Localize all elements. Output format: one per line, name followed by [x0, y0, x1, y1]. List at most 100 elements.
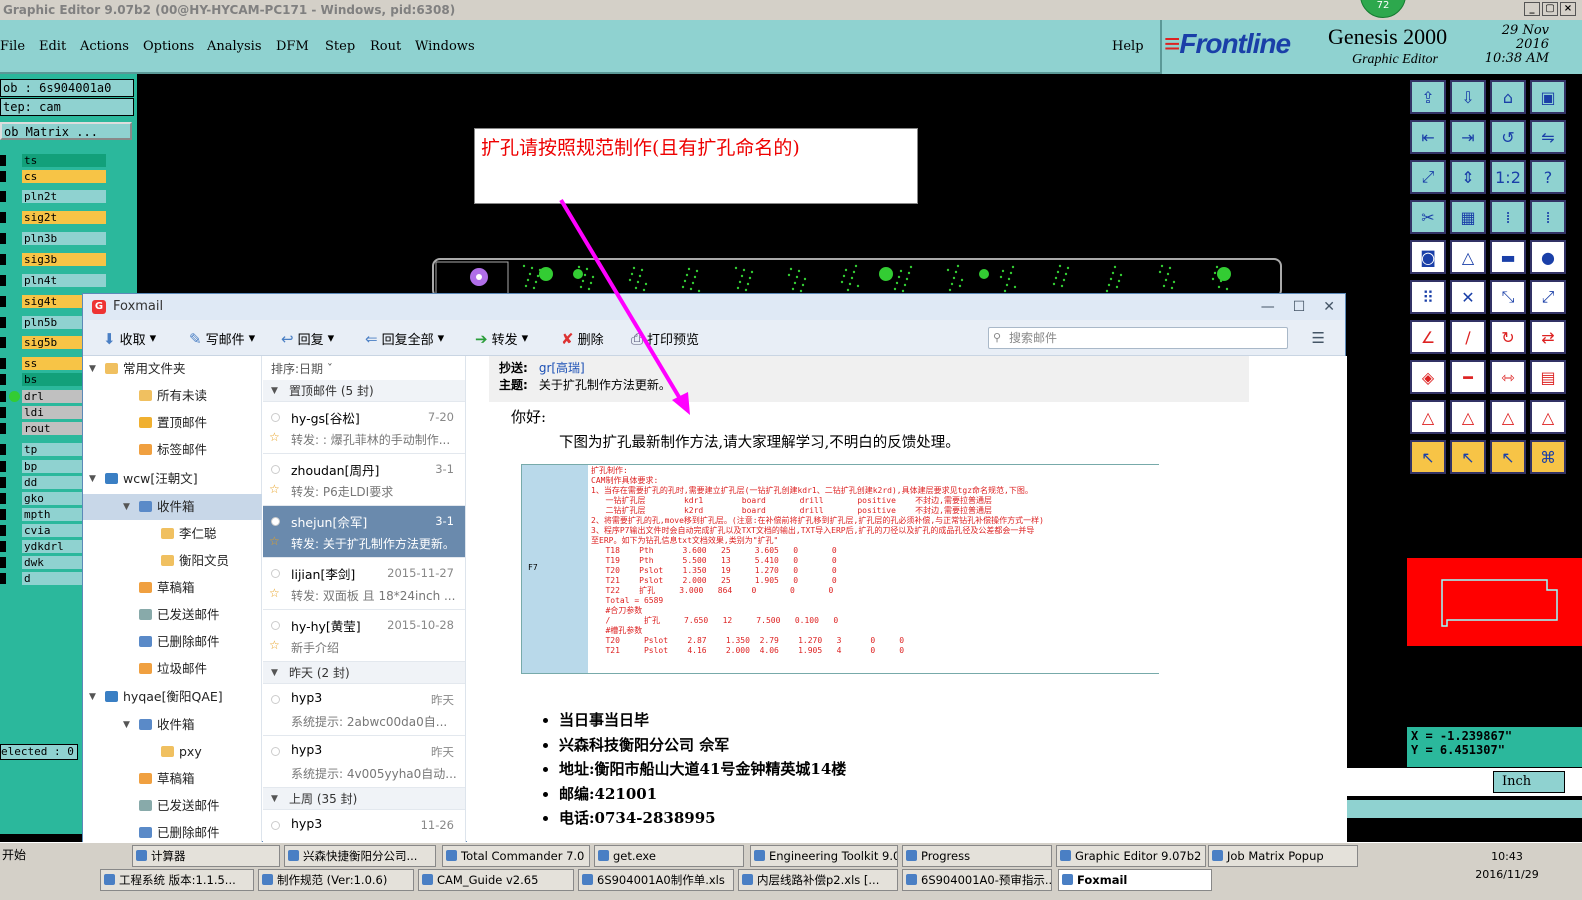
message-item[interactable]: hyp3 11-26 [263, 810, 465, 843]
unread-dot[interactable] [271, 695, 280, 704]
menu-actions[interactable]: Actions [80, 39, 129, 54]
layer-row[interactable]: pln2t [0, 190, 108, 203]
star-icon[interactable]: ☆ [269, 430, 280, 444]
layer-toggle[interactable] [0, 391, 6, 402]
unread-dot[interactable] [271, 465, 280, 474]
select-multi-icon[interactable]: ⌘ [1530, 440, 1566, 474]
layer-row[interactable]: ts [0, 154, 108, 167]
fit-icon[interactable]: ⤢ [1410, 160, 1446, 194]
folder-item[interactable]: ▼ 收件箱 [83, 494, 262, 520]
taskbar-item[interactable]: 6S904001A0制作单.xls [578, 869, 734, 891]
reply-all-button[interactable]: ⇐ 回复全部 ▾ [365, 329, 444, 349]
layer-toggle[interactable] [0, 423, 6, 434]
select-box-icon[interactable]: ↖ [1450, 440, 1486, 474]
layer-toggle[interactable] [0, 509, 6, 520]
layer-toggle[interactable] [0, 317, 6, 328]
star-icon[interactable]: ☆ [269, 638, 280, 652]
layer-toggle[interactable] [0, 557, 6, 568]
message-item[interactable]: hyp3 昨天 系统提示: 2abwc00da0自... [263, 684, 465, 736]
swap-icon[interactable]: ⇋ [1530, 120, 1566, 154]
menu-dfm[interactable]: DFM [276, 39, 309, 54]
taskbar-item[interactable]: 计算器 [132, 845, 280, 867]
message-item[interactable]: ☆ hy-hy[黄莹] 2015-10-28 新手介绍 [263, 610, 465, 662]
compose-button[interactable]: ✎ 写邮件 ▾ [189, 329, 255, 349]
group-pinned[interactable]: 置顶邮件 (5 封) [263, 380, 465, 402]
step-field[interactable]: tep: cam [0, 98, 134, 116]
units-select[interactable]: Inch [1493, 771, 1565, 793]
layer-row[interactable]: sig2t [0, 211, 108, 224]
folder-item[interactable]: ▼ 收件箱 [83, 712, 262, 738]
receive-button[interactable]: ⬇ 收取 ▾ [103, 329, 156, 349]
menu-options[interactable]: Options [143, 39, 194, 54]
ratio-icon[interactable]: 1:2 [1490, 160, 1526, 194]
taskbar-item[interactable]: 6S904001A0-预审指示... [902, 869, 1052, 891]
add-tri2-icon[interactable]: △ [1450, 400, 1486, 434]
menu-rout[interactable]: Rout [370, 39, 401, 54]
taskbar-item[interactable]: Engineering Toolkit 9.0... [750, 845, 898, 867]
layer-toggle[interactable] [0, 275, 6, 286]
fm-minimize-button[interactable]: — [1261, 294, 1275, 320]
folder-item[interactable]: 垃圾邮件 [83, 656, 262, 682]
expand-icon[interactable]: ▼ [89, 466, 96, 492]
folder-item[interactable]: ▼ wcw[汪朝文] [83, 466, 262, 492]
layer-row[interactable]: sig3b [0, 253, 108, 266]
layer-toggle[interactable] [0, 407, 6, 418]
layer-toggle[interactable] [0, 477, 6, 488]
sort-control[interactable]: 排序:日期 ˇ [263, 360, 465, 378]
select-icon[interactable]: ↖ [1410, 440, 1446, 474]
taskbar-item[interactable]: 内层线路补偿p2.xls [... [738, 869, 898, 891]
layer-toggle[interactable] [0, 191, 6, 202]
expand-icon[interactable]: ▼ [123, 712, 130, 738]
job-field[interactable]: ob : 6s904001a0 [0, 79, 134, 97]
taskbar-item[interactable]: CAM_Guide v2.65 [418, 869, 574, 891]
fm-maximize-button[interactable]: ☐ [1293, 294, 1306, 320]
taskbar-item[interactable]: Progress [902, 845, 1052, 867]
unread-dot[interactable] [271, 413, 280, 422]
trace-icon[interactable]: ━ [1450, 360, 1486, 394]
layer-row[interactable]: pln3b [0, 232, 108, 245]
close-button[interactable]: × [1560, 2, 1576, 16]
layer-toggle[interactable] [0, 233, 6, 244]
taskbar-item[interactable]: Total Commander 7.0 p... [442, 845, 590, 867]
net-icon[interactable]: ⠿ [1410, 280, 1446, 314]
line-icon[interactable]: ▬ [1490, 240, 1526, 274]
layer-b-icon[interactable]: ⁞ [1530, 200, 1566, 234]
job-matrix-button[interactable]: ob Matrix ... [0, 122, 132, 140]
add-tri3-icon[interactable]: △ [1490, 400, 1526, 434]
move-icon[interactable]: ⤡ [1490, 280, 1526, 314]
unread-dot[interactable] [271, 621, 280, 630]
help-icon[interactable]: ? [1530, 160, 1566, 194]
folder-item[interactable]: 已发送邮件 [83, 793, 262, 819]
triangle-icon[interactable]: △ [1450, 240, 1486, 274]
cut-icon[interactable]: ✂ [1410, 200, 1446, 234]
cc-recipient[interactable]: gr[高瑞] [539, 361, 585, 375]
zoom-home-icon[interactable]: ⇪ [1410, 80, 1446, 114]
layer-toggle[interactable] [0, 254, 6, 265]
pad-add-icon[interactable]: ◈ [1410, 360, 1446, 394]
message-item[interactable]: hyp3 昨天 系统提示: 4v005yyha0自动... [263, 736, 465, 788]
fm-close-button[interactable]: ✕ [1323, 294, 1335, 320]
unread-dot[interactable] [271, 821, 280, 830]
taskbar-item[interactable]: 制作规范 (Ver:1.0.6) [258, 869, 414, 891]
layer-toggle[interactable] [0, 573, 6, 584]
folder-item[interactable]: 李仁聪 [83, 521, 262, 547]
pan-left-icon[interactable]: ⇤ [1410, 120, 1446, 154]
taskbar-item[interactable]: Foxmail [1058, 869, 1212, 891]
taskbar-item[interactable]: Job Matrix Popup [1208, 845, 1358, 867]
zoom-down-icon[interactable]: ⇩ [1450, 80, 1486, 114]
unread-dot[interactable] [271, 569, 280, 578]
pan-right-icon[interactable]: ⇥ [1450, 120, 1486, 154]
layer-toggle[interactable] [0, 171, 6, 182]
unread-dot[interactable] [271, 747, 280, 756]
pad-icon[interactable]: ◙ [1410, 240, 1446, 274]
message-item[interactable]: ☆ shejun[佘军] 3-1 转发: 关于扩孔制作方法更新。 [263, 506, 465, 558]
group-yesterday[interactable]: 昨天 (2 封) [263, 662, 465, 684]
layer-toggle[interactable] [0, 337, 6, 348]
folder-item[interactable]: 标签邮件 [83, 437, 262, 463]
layer-row[interactable]: cs [0, 170, 108, 183]
reply-button[interactable]: ↩ 回复 ▾ [281, 329, 334, 349]
forward-button[interactable]: ➔ 转发 ▾ [475, 329, 528, 349]
copper-icon[interactable]: ▤ [1530, 360, 1566, 394]
menu-analysis[interactable]: Analysis [207, 39, 262, 54]
maximize-button[interactable]: ▢ [1542, 2, 1558, 16]
